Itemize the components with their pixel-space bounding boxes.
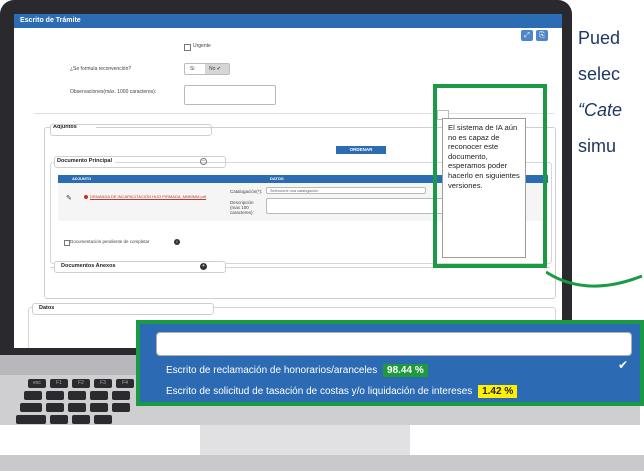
key (46, 403, 64, 412)
window-titlebar: Escrito de Trámite (14, 14, 562, 28)
key-f2: F2 (72, 379, 90, 388)
edit-icon[interactable]: ✎ (66, 194, 72, 202)
side-text-line: “Cate (578, 100, 623, 120)
descripcion-field[interactable] (266, 198, 448, 214)
attachment-file-link[interactable]: DEMANDA DE INCAPACITACIÓN HIJO PIRMADA_M… (90, 194, 206, 199)
key-f3: F3 (94, 379, 112, 388)
urgente-checkbox[interactable] (184, 44, 191, 51)
datos-title: Datos (36, 305, 58, 311)
confidence-badge: 1.42 % (478, 385, 518, 398)
trackpad (200, 425, 410, 455)
ordenar-button[interactable]: ORDENAR (336, 146, 386, 154)
key (68, 403, 86, 412)
key (68, 391, 86, 400)
documentos-anexos-title: Documentos Anexos (58, 263, 119, 269)
si-option[interactable]: Si (190, 66, 194, 72)
reconvencion-toggle[interactable]: Si No ✔ (184, 63, 230, 75)
suggestion-item[interactable]: Escrito de solicitud de tasación de cost… (166, 385, 518, 398)
suggestion-label: Escrito de reclamación de honorarios/ara… (166, 365, 378, 376)
key (20, 403, 42, 412)
suggestion-label: Escrito de solicitud de tasación de cost… (166, 386, 473, 397)
reconvencion-label: ¿Se formula reconvención? (70, 66, 132, 72)
ai-tooltip: El sistema de IA aún no es capaz de reco… (442, 118, 526, 258)
suggestion-item[interactable]: Escrito de reclamación de honorarios/ara… (166, 364, 428, 377)
catalog-search-input[interactable] (156, 332, 632, 356)
catalogacion-select[interactable]: Seleccione una catalogación (266, 187, 426, 194)
pdf-icon (84, 195, 88, 199)
key (94, 415, 112, 424)
laptop-front-edge (0, 455, 644, 471)
collapse-icon[interactable]: − (200, 158, 207, 165)
suggestion-panel: ✔ Escrito de reclamación de honorarios/a… (136, 320, 644, 406)
key (16, 415, 46, 424)
key (50, 415, 68, 424)
key (90, 391, 108, 400)
key-f4: F4 (116, 379, 134, 388)
key (90, 403, 108, 412)
expand-anexos-icon[interactable]: + (200, 263, 207, 270)
col-datos: DATOS (270, 176, 284, 181)
adjuntos-title-box (50, 124, 212, 136)
datos-title-box (32, 303, 214, 315)
copy-icon[interactable]: ⎘ (536, 30, 548, 41)
key (112, 403, 130, 412)
key (46, 391, 64, 400)
observaciones-label: Observaciones(máx. 1000 caracteres): (70, 89, 157, 95)
confidence-badge: 98.44 % (383, 364, 428, 377)
checkmark-icon: ✔ (618, 358, 629, 372)
expand-icon[interactable]: ⤢ (521, 30, 533, 41)
key-f1: F1 (50, 379, 68, 388)
col-adjunto: ADJUNTO (72, 176, 92, 181)
key (112, 391, 130, 400)
key (24, 391, 42, 400)
catalogacion-label: Catalogación(*): (230, 189, 263, 194)
connector-curve (546, 270, 643, 288)
side-text-line: simu (578, 136, 617, 156)
key (72, 415, 90, 424)
no-option[interactable]: No ✔ (209, 66, 221, 72)
side-text-line: selec (578, 64, 621, 84)
info-icon[interactable]: i (174, 239, 180, 245)
observaciones-field[interactable] (184, 85, 276, 105)
urgente-label: Urgente (193, 43, 211, 49)
pendiente-label: Documentación pendiente de completar (70, 239, 150, 244)
descripcion-label: Descripción (max 100 caracteres): (230, 200, 254, 215)
key-esc: esc (28, 379, 46, 388)
side-text-line: Pued (578, 28, 621, 48)
